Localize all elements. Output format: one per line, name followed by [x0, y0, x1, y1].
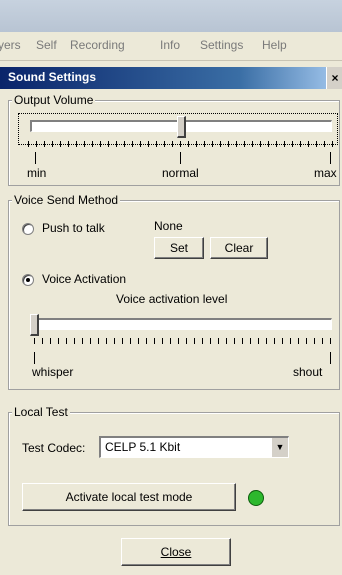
output-volume-thumb[interactable]: [177, 116, 186, 138]
voice-activation-radio[interactable]: [22, 274, 34, 286]
menu-item-recording[interactable]: Recording: [70, 38, 125, 52]
activate-local-test-button[interactable]: Activate local test mode: [22, 483, 236, 511]
output-volume-ticks: [28, 141, 334, 147]
activation-level-track[interactable]: [34, 318, 332, 330]
radio-selected-dot: [26, 278, 30, 282]
push-to-talk-radio[interactable]: [22, 223, 34, 235]
close-button-label: Close: [160, 545, 192, 559]
window-top-strip: [0, 0, 342, 32]
set-button[interactable]: Set: [154, 237, 204, 259]
menu-bar: yers Self Recording Info Settings Help: [0, 32, 342, 61]
dialog-title: Sound Settings: [8, 70, 96, 84]
clear-button[interactable]: Clear: [210, 237, 268, 259]
local-test-label: Local Test: [12, 405, 70, 419]
output-volume-mid-tick: [180, 152, 181, 164]
output-volume-max-tick: [330, 152, 331, 164]
activation-level-shout-tick: [330, 352, 331, 364]
hotkey-value: None: [154, 219, 183, 233]
menu-item-self[interactable]: Self: [36, 38, 57, 52]
close-button[interactable]: Close: [121, 538, 231, 566]
menu-item-info[interactable]: Info: [160, 38, 180, 52]
voice-send-label: Voice Send Method: [12, 193, 121, 207]
output-volume-max-label: max: [314, 166, 337, 180]
activation-level-ticks: [34, 338, 332, 344]
push-to-talk-label[interactable]: Push to talk: [42, 221, 105, 235]
voice-activation-label[interactable]: Voice Activation: [42, 272, 126, 286]
menu-item-players[interactable]: yers: [0, 38, 21, 52]
shout-label: shout: [293, 365, 323, 379]
codec-select-value: CELP 5.1 Kbit: [105, 440, 181, 454]
activation-level-whisper-tick: [34, 352, 35, 364]
close-icon[interactable]: ×: [326, 67, 342, 89]
activation-level-thumb[interactable]: [30, 314, 39, 336]
output-volume-mid-label: normal: [162, 166, 199, 180]
output-volume-min-tick: [35, 152, 36, 164]
whisper-label: whisper: [32, 365, 74, 379]
codec-label: Test Codec:: [22, 441, 86, 455]
codec-select[interactable]: CELP 5.1 Kbit ▼: [99, 436, 289, 458]
activation-level-label: Voice activation level: [116, 292, 228, 306]
dialog-title-bar[interactable]: Sound Settings ×: [0, 67, 342, 89]
output-volume-min-label: min: [27, 166, 47, 180]
output-volume-label: Output Volume: [12, 93, 96, 107]
menu-item-help[interactable]: Help: [262, 38, 287, 52]
test-status-led-icon: [248, 490, 264, 506]
chevron-down-icon[interactable]: ▼: [271, 438, 288, 457]
menu-item-settings[interactable]: Settings: [200, 38, 243, 52]
